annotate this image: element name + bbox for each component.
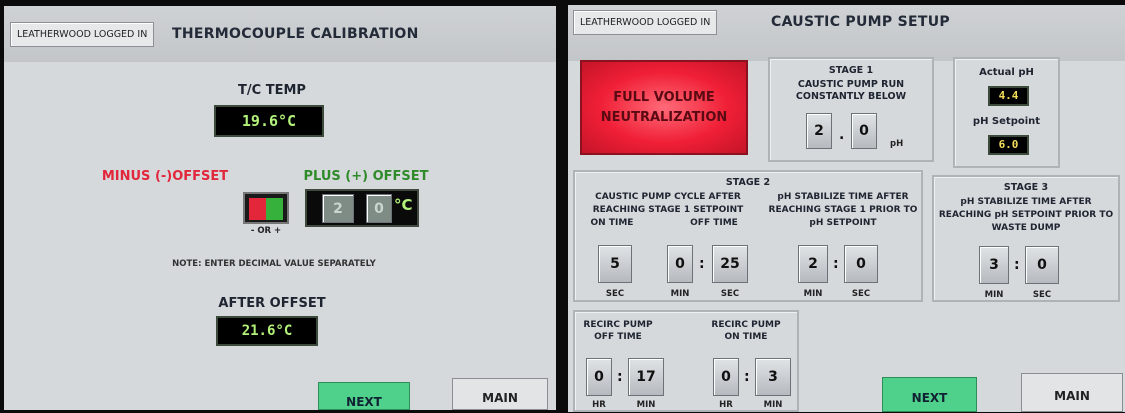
stage2-off-sec-unit: SEC: [720, 289, 740, 299]
offset-entry-display: 2 0 °C: [305, 189, 419, 227]
caustic-pump-setup-screen: LEATHERWOOD LOGGED IN CAUSTIC PUMP SETUP…: [568, 5, 1125, 412]
recirc-on-label: RECIRC PUMP ON TIME: [711, 320, 781, 342]
stage2-off-min-input[interactable]: 0: [667, 245, 693, 283]
title-bar: LEATHERWOOD LOGGED IN THERMOCOUPLE CALIB…: [4, 6, 556, 62]
minus-offset-label: MINUS (-)OFFSET: [101, 169, 229, 184]
offset-sign-toggle[interactable]: [243, 192, 289, 224]
stage2-stab-sec-input[interactable]: 0: [844, 245, 878, 283]
recirc-on-min-unit: MIN: [763, 400, 783, 410]
recirc-off-min-input[interactable]: 17: [628, 358, 664, 396]
page-title: THERMOCOUPLE CALIBRATION: [172, 26, 419, 42]
recirc-on-min-input[interactable]: 3: [755, 358, 791, 396]
stage2-cycle-desc: CAUSTIC PUMP CYCLE AFTER REACHING STAGE …: [592, 192, 744, 215]
recirc-off-min-unit: MIN: [636, 400, 656, 410]
next-button[interactable]: NEXT: [882, 377, 977, 412]
login-status-button[interactable]: LEATHERWOOD LOGGED IN: [573, 10, 718, 35]
stage2-stab-colon: :: [833, 256, 839, 272]
after-offset-label: AFTER OFFSET: [218, 296, 326, 311]
stage3-min-input[interactable]: 3: [979, 246, 1009, 284]
stage2-off-sec-input[interactable]: 25: [712, 245, 748, 283]
tc-temp-display: 19.6°C: [214, 105, 324, 137]
stage2-off-time-label: OFF TIME: [690, 218, 738, 228]
next-button[interactable]: NEXT: [318, 382, 410, 410]
plus-offset-label: PLUS (+) OFFSET: [303, 169, 429, 184]
stage1-whole-input[interactable]: 2: [806, 113, 832, 149]
recirc-on-hr-input[interactable]: 0: [713, 358, 739, 396]
offset-whole-input[interactable]: 2: [322, 194, 354, 223]
minus-toggle-half: [249, 198, 266, 220]
stage3-desc: pH STABILIZE TIME AFTER REACHING pH SETP…: [938, 197, 1114, 233]
ph-setpoint-display[interactable]: 6.0: [988, 135, 1029, 155]
decimal-note: NOTE: ENTER DECIMAL VALUE SEPARATELY: [172, 259, 376, 269]
offset-unit: °C: [394, 196, 413, 214]
stage3-sec-unit: SEC: [1032, 290, 1052, 300]
stage2-on-time-label: ON TIME: [590, 218, 634, 228]
stage2-title: STAGE 2: [725, 177, 771, 188]
full-volume-label: FULL VOLUME NEUTRALIZATION: [600, 89, 728, 125]
full-volume-neutralization-button[interactable]: FULL VOLUME NEUTRALIZATION: [580, 60, 748, 155]
stage2-on-sec-unit: SEC: [605, 289, 625, 299]
recirc-off-colon: :: [617, 369, 623, 385]
offset-decimal-input[interactable]: 0: [366, 194, 392, 223]
ph-setpoint-label: pH Setpoint: [972, 116, 1041, 127]
tc-temp-label: T/C TEMP: [238, 83, 306, 98]
stage1-decimal-input[interactable]: 0: [851, 113, 877, 149]
stage2-stab-min-input[interactable]: 2: [798, 245, 828, 283]
stage2-stab-sec-unit: SEC: [851, 289, 871, 299]
thermocouple-calibration-screen: LEATHERWOOD LOGGED IN THERMOCOUPLE CALIB…: [4, 6, 556, 410]
stage2-stab-min-unit: MIN: [803, 289, 823, 299]
recirc-off-hr-input[interactable]: 0: [586, 358, 612, 396]
main-button[interactable]: MAIN: [1021, 373, 1123, 412]
stage3-title: STAGE 3: [1003, 182, 1049, 193]
stage3-sec-input[interactable]: 0: [1025, 246, 1059, 284]
recirc-on-hr-unit: HR: [719, 400, 733, 410]
stage1-decimal-point: .: [839, 127, 845, 143]
stage2-off-min-unit: MIN: [670, 289, 690, 299]
actual-ph-label: Actual pH: [979, 67, 1034, 78]
title-bar: LEATHERWOOD LOGGED IN CAUSTIC PUMP SETUP: [568, 5, 1125, 61]
stage1-unit: pH: [890, 139, 904, 149]
recirc-on-colon: :: [744, 369, 750, 385]
main-button[interactable]: MAIN: [452, 378, 548, 410]
stage2-stabilize-desc: pH STABILIZE TIME AFTER REACHING STAGE 1…: [768, 192, 918, 228]
login-status-button[interactable]: LEATHERWOOD LOGGED IN: [10, 22, 155, 47]
plus-toggle-half: [266, 198, 283, 220]
stage3-min-unit: MIN: [984, 290, 1004, 300]
actual-ph-display: 4.4: [988, 86, 1029, 106]
page-title: CAUSTIC PUMP SETUP: [771, 14, 950, 30]
recirc-off-hr-unit: HR: [592, 400, 606, 410]
after-offset-display: 21.6°C: [216, 316, 318, 346]
stage2-off-colon: :: [699, 256, 705, 272]
stage2-on-sec-input[interactable]: 5: [598, 245, 632, 283]
toggle-caption: - OR +: [250, 226, 282, 236]
stage1-title: STAGE 1: [828, 65, 874, 76]
stage3-colon: :: [1014, 257, 1020, 273]
recirc-off-label: RECIRC PUMP OFF TIME: [583, 320, 653, 342]
stage1-desc: CAUSTIC PUMP RUN CONSTANTLY BELOW: [795, 79, 907, 102]
